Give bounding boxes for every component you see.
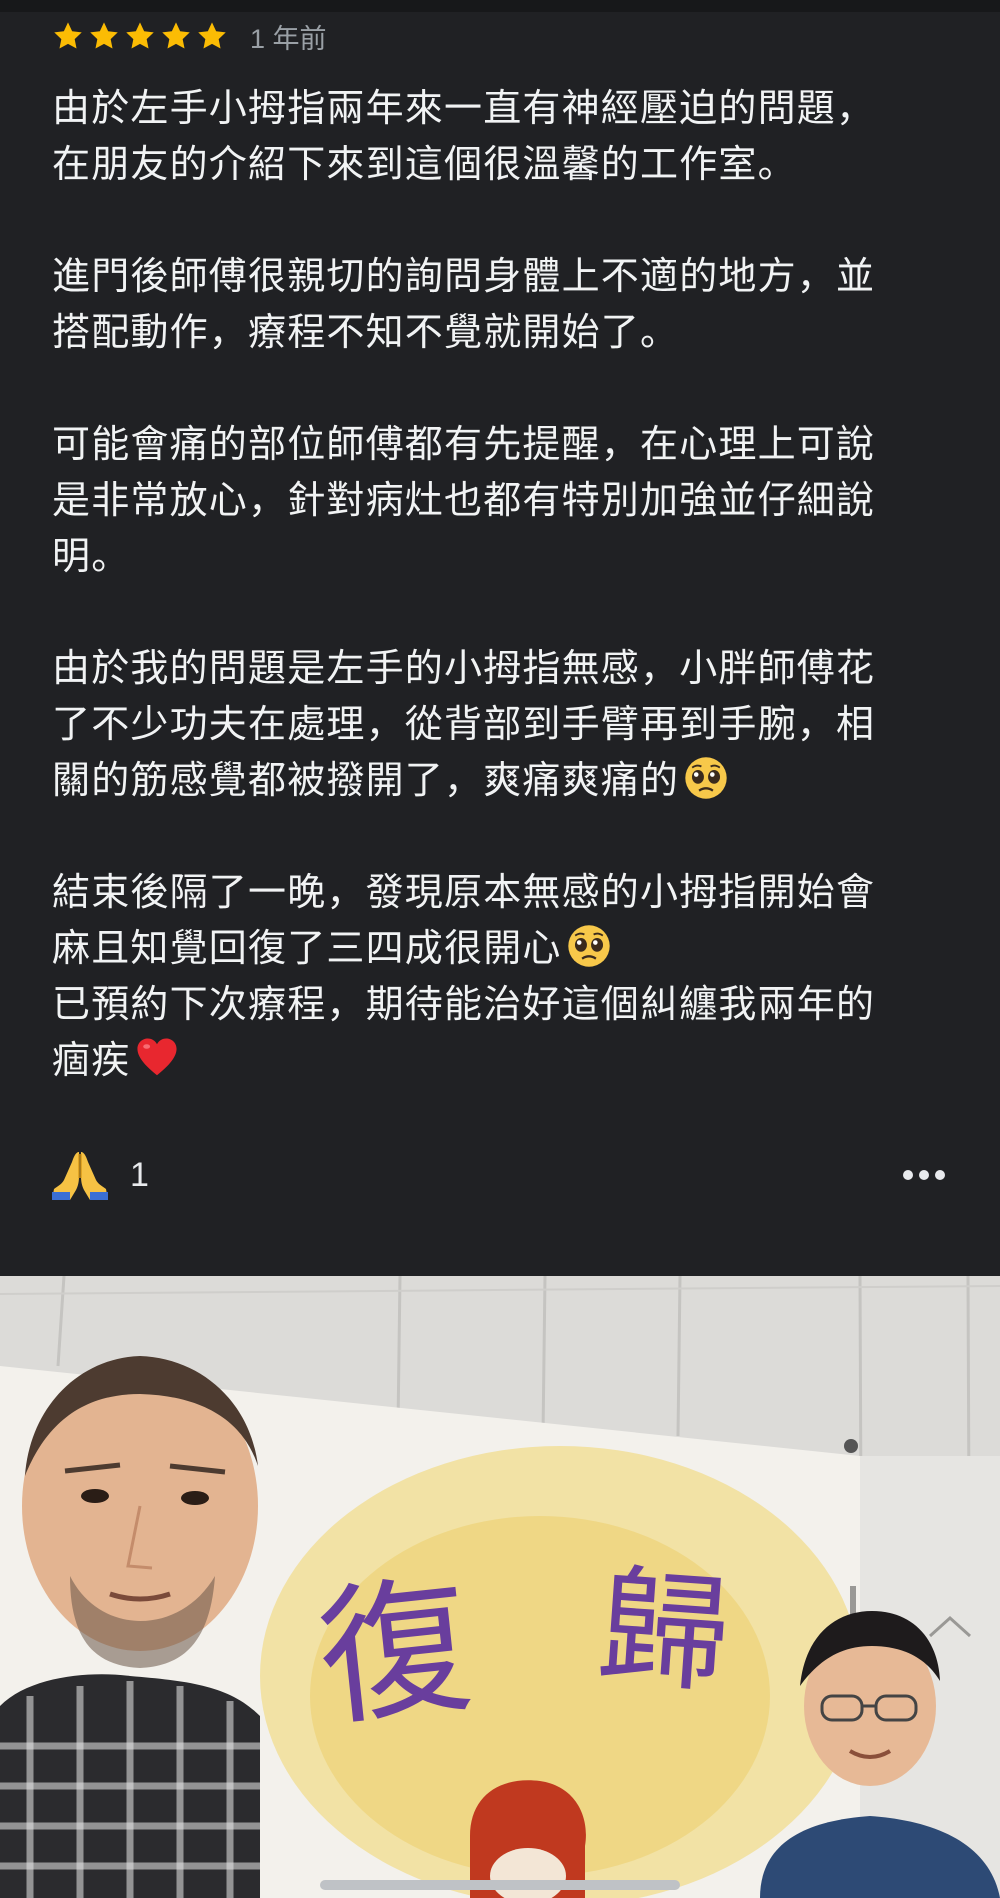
text-line: 可能會痛的部位師傅都有先提醒，在心理上可說 (52, 422, 876, 466)
review-paragraph: 可能會痛的部位師傅都有先提醒，在心理上可說 是非常放心，針對病灶也都有特別加強並… (52, 416, 942, 584)
text-line: 在朋友的介紹下來到這個很溫馨的工作室。 (52, 142, 797, 186)
text-line: 由於我的問題是左手的小拇指無感，小胖師傅花 (52, 646, 876, 690)
text-line: 進門後師傅很親切的詢問身體上不適的地方，並 (52, 254, 876, 298)
text-line: 明。 (52, 534, 131, 578)
review-paragraph: 結束後隔了一晚，發現原本無感的小拇指開始會 麻且知覺回復了三四成很開心 已預約下… (52, 864, 942, 1088)
text-segment: 關的筋感覺都被撥開了，爽痛爽痛的 (52, 758, 680, 802)
text-line: 由於左手小拇指兩年來一直有神經壓迫的問題， (52, 86, 876, 130)
banner-char-1: 復 (311, 1559, 478, 1748)
text-line: 關的筋感覺都被撥開了，爽痛爽痛的 (52, 752, 942, 808)
review-meta: 1 年前 (52, 16, 327, 56)
text-line: 是非常放心，針對病灶也都有特別加強並仔細說 (52, 478, 876, 522)
reaction-bar: 1 (48, 1148, 948, 1202)
more-horizontal-icon (902, 1168, 946, 1182)
star-icon (196, 20, 228, 52)
text-line: 麻且知覺回復了三四成很開心 (52, 920, 942, 976)
text-line: 了不少功夫在處理，從背部到手臂再到手腕，相 (52, 702, 876, 746)
review-paragraph: 由於我的問題是左手的小拇指無感，小胖師傅花 了不少功夫在處理，從背部到手臂再到手… (52, 640, 942, 808)
text-segment: 麻且知覺回復了三四成很開心 (52, 926, 562, 970)
reaction-count: 1 (130, 1155, 149, 1194)
review-text: 由於左手小拇指兩年來一直有神經壓迫的問題， 在朋友的介紹下來到這個很溫馨的工作室… (52, 80, 942, 1088)
review-date: 1 年前 (250, 23, 327, 54)
text-line: 結束後隔了一晚，發現原本無感的小拇指開始會 (52, 870, 876, 914)
review-screen: 1 年前 由於左手小拇指兩年來一直有神經壓迫的問題， 在朋友的介紹下來到這個很溫… (0, 0, 1000, 1898)
star-icon (124, 20, 156, 52)
star-rating (52, 20, 228, 52)
photo-illustration: 復 歸 (0, 1276, 1000, 1898)
pleading-face-icon (683, 755, 729, 801)
reaction-button[interactable]: 1 (48, 1148, 149, 1202)
folded-hands-icon (48, 1148, 112, 1202)
review-paragraph: 由於左手小拇指兩年來一直有神經壓迫的問題， 在朋友的介紹下來到這個很溫馨的工作室… (52, 80, 942, 192)
red-heart-icon (134, 1035, 180, 1081)
star-icon (88, 20, 120, 52)
text-line: 痼疾 (52, 1032, 942, 1088)
pleading-face-icon (566, 923, 612, 969)
text-line: 搭配動作，療程不知不覺就開始了。 (52, 310, 680, 354)
text-segment: 痼疾 (52, 1038, 131, 1082)
banner-char-2: 歸 (594, 1551, 734, 1712)
home-indicator (320, 1880, 680, 1890)
more-options-button[interactable] (900, 1151, 948, 1199)
review-paragraph: 進門後師傅很親切的詢問身體上不適的地方，並 搭配動作，療程不知不覺就開始了。 (52, 248, 942, 360)
text-line: 已預約下次療程，期待能治好這個糾纏我兩年的 (52, 982, 876, 1026)
star-icon (52, 20, 84, 52)
review-photo[interactable]: 復 歸 (0, 1276, 1000, 1898)
top-edge (0, 0, 1000, 12)
star-icon (160, 20, 192, 52)
